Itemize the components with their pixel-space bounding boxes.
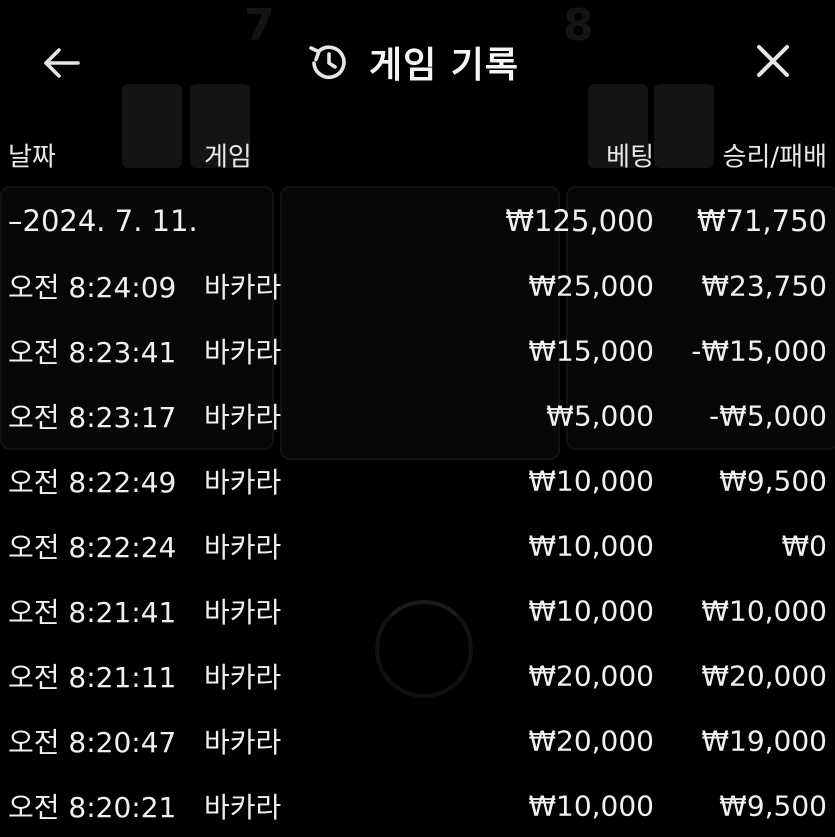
row-bet: ₩10,000 <box>528 789 654 822</box>
table-row[interactable]: 오전 8:23:17 바카라 ₩5,000 -₩5,000 <box>0 383 835 448</box>
row-result: ₩19,000 <box>701 724 827 757</box>
column-header-date: 날짜 <box>8 142 56 173</box>
table-row[interactable]: 오전 8:21:41 바카라 ₩10,000 ₩10,000 <box>0 578 835 643</box>
row-time: 오전 8:23:41 <box>8 335 177 369</box>
row-result: -₩15,000 <box>691 334 827 367</box>
close-icon <box>757 45 789 77</box>
row-game: 바카라 <box>204 465 282 499</box>
row-bet: ₩10,000 <box>528 529 654 562</box>
table-row[interactable]: 오전 8:20:47 바카라 ₩20,000 ₩19,000 <box>0 708 835 773</box>
row-result: ₩9,500 <box>719 464 827 497</box>
column-header-game: 게임 <box>204 142 252 173</box>
row-game: 바카라 <box>204 725 282 759</box>
row-time: 오전 8:20:47 <box>8 725 177 759</box>
title-group: 게임 기록 <box>305 34 519 90</box>
table-row[interactable]: 오전 8:20:21 바카라 ₩10,000 ₩9,500 <box>0 773 835 837</box>
row-time: 오전 8:23:17 <box>8 400 177 434</box>
summary-bet-total: ₩125,000 <box>505 203 654 238</box>
table-row[interactable]: 오전 8:22:24 바카라 ₩10,000 ₩0 <box>0 513 835 578</box>
row-result: ₩10,000 <box>701 594 827 627</box>
row-result: -₩5,000 <box>709 399 827 432</box>
page-title: 게임 기록 <box>369 45 520 86</box>
summary-result-total: ₩71,750 <box>696 203 827 238</box>
row-bet: ₩20,000 <box>528 659 654 692</box>
row-bet: ₩15,000 <box>528 334 654 367</box>
row-result: ₩9,500 <box>719 789 827 822</box>
row-game: 바카라 <box>204 595 282 629</box>
row-result: ₩20,000 <box>701 659 827 692</box>
row-time: 오전 8:20:21 <box>8 790 177 824</box>
row-result: ₩23,750 <box>701 269 827 302</box>
table-row[interactable]: 오전 8:23:41 바카라 ₩15,000 -₩15,000 <box>0 318 835 383</box>
row-time: 오전 8:21:41 <box>8 595 177 629</box>
column-header-bet: 베팅 <box>606 142 654 173</box>
row-bet: ₩20,000 <box>528 724 654 757</box>
close-button[interactable] <box>748 36 798 86</box>
row-time: 오전 8:24:09 <box>8 270 177 304</box>
row-bet: ₩5,000 <box>546 399 654 432</box>
header: 게임 기록 <box>0 0 835 122</box>
row-game: 바카라 <box>204 530 282 564</box>
table-header-row: 날짜 게임 베팅 승리/패배 <box>0 122 835 188</box>
date-summary-row[interactable]: –2024. 7. 11. ₩125,000 ₩71,750 <box>0 188 835 253</box>
arrow-left-icon <box>44 48 80 78</box>
back-button[interactable] <box>36 38 86 88</box>
row-game: 바카라 <box>204 400 282 434</box>
row-bet: ₩25,000 <box>528 269 654 302</box>
history-table: 날짜 게임 베팅 승리/패배 –2024. 7. 11. ₩125,000 ₩7… <box>0 122 835 837</box>
row-bet: ₩10,000 <box>528 594 654 627</box>
row-time: 오전 8:21:11 <box>8 660 177 694</box>
row-game: 바카라 <box>204 335 282 369</box>
game-history-overlay: 게임 기록 날짜 게임 베팅 승리/패배 –2024. 7. 11. ₩125,… <box>0 0 835 837</box>
table-row[interactable]: 오전 8:21:11 바카라 ₩20,000 ₩20,000 <box>0 643 835 708</box>
summary-date: –2024. 7. 11. <box>8 203 198 238</box>
table-row[interactable]: 오전 8:24:09 바카라 ₩25,000 ₩23,750 <box>0 253 835 318</box>
row-time: 오전 8:22:49 <box>8 465 177 499</box>
row-game: 바카라 <box>204 270 282 304</box>
history-icon <box>309 45 346 80</box>
row-game: 바카라 <box>204 790 282 824</box>
row-time: 오전 8:22:24 <box>8 530 177 564</box>
table-row[interactable]: 오전 8:22:49 바카라 ₩10,000 ₩9,500 <box>0 448 835 513</box>
row-bet: ₩10,000 <box>528 464 654 497</box>
row-result: ₩0 <box>781 529 828 562</box>
row-game: 바카라 <box>204 660 282 694</box>
column-header-result: 승리/패배 <box>722 142 827 173</box>
